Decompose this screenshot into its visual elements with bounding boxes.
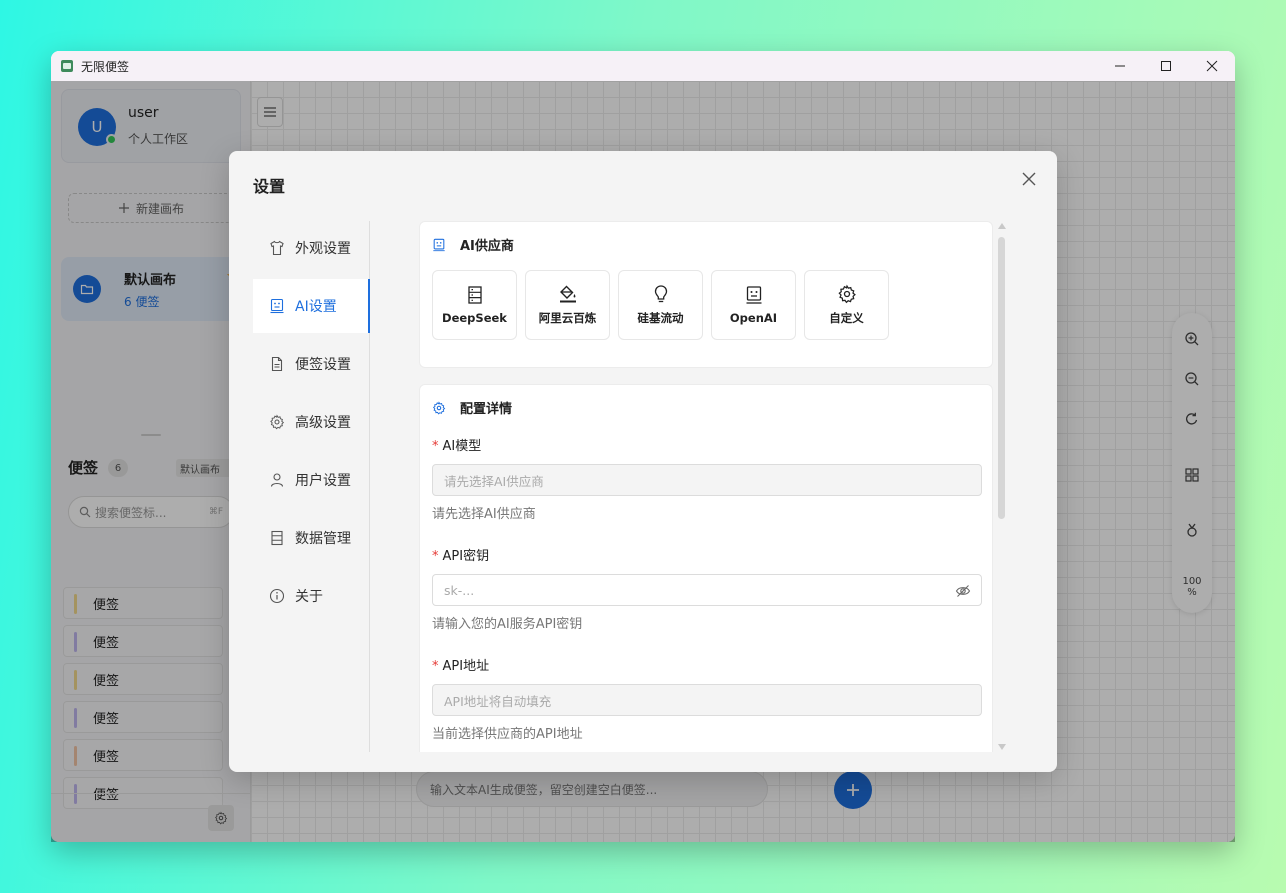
config-section-title: 配置详情 [460, 402, 513, 417]
nav-label: 高级设置 [295, 415, 351, 431]
api-key-label: * API密钥 [432, 545, 982, 564]
settings-nav: 外观设置 AI设置 便签设置 高级设置 用户设置 数据管理 关于 [253, 221, 370, 752]
nav-label: 便签设置 [295, 357, 351, 373]
provider-siliconflow[interactable]: 硅基流动 [618, 270, 703, 340]
paint-bucket-icon [559, 285, 576, 303]
scroll-down-arrow[interactable] [998, 744, 1006, 750]
gear-icon [837, 284, 856, 304]
nav-item-appearance[interactable]: 外观设置 [253, 221, 369, 275]
provider-aliyun[interactable]: 阿里云百炼 [525, 270, 610, 340]
settings-dialog: 设置 外观设置 AI设置 便签设置 高级设置 用户设置 数据管理 关于 AI供应… [229, 151, 1057, 772]
api-key-placeholder: sk-... [444, 582, 475, 598]
app-logo-icon [61, 60, 73, 72]
close-icon [1022, 172, 1036, 186]
nav-label: 用户设置 [295, 473, 351, 489]
gear-icon [270, 414, 285, 430]
model-label-text: AI模型 [442, 439, 482, 454]
nav-label: AI设置 [295, 299, 337, 315]
close-window-button[interactable] [1189, 51, 1235, 81]
api-key-help: 请输入您的AI服务API密钥 [432, 617, 583, 632]
provider-deepseek[interactable]: DeepSeek [432, 270, 517, 340]
model-label: * AI模型 [432, 435, 982, 454]
model-placeholder: 请先选择AI供应商 [444, 473, 544, 489]
provider-label: 硅基流动 [637, 311, 684, 325]
window-title: 无限便签 [81, 59, 130, 74]
required-marker: * [432, 659, 439, 674]
dialog-title: 设置 [253, 177, 286, 196]
model-field: * AI模型 请先选择AI供应商 请先选择AI供应商 [432, 435, 982, 522]
api-url-label: * API地址 [432, 655, 982, 674]
api-url-field: * API地址 API地址将自动填充 当前选择供应商的API地址 [432, 655, 982, 742]
nav-item-advanced[interactable]: 高级设置 [253, 395, 369, 449]
robot-icon [433, 238, 445, 251]
minimize-icon [1115, 65, 1125, 67]
provider-custom[interactable]: 自定义 [804, 270, 889, 340]
api-key-field: * API密钥 sk-... 请输入您的AI服务API密钥 [432, 545, 982, 632]
scroll-up-arrow[interactable] [998, 223, 1006, 229]
ai-settings-panel[interactable]: AI供应商 DeepSeek 阿里云百炼 硅基流动 OpenAI 自定义 配置详… [419, 221, 993, 752]
nav-label: 关于 [295, 589, 323, 605]
nav-label: 外观设置 [295, 241, 351, 257]
api-url-placeholder: API地址将自动填充 [444, 693, 552, 709]
lightbulb-icon [654, 285, 667, 303]
nav-item-notes[interactable]: 便签设置 [253, 337, 369, 391]
required-marker: * [432, 439, 439, 454]
api-key-input[interactable]: sk-... [432, 574, 982, 606]
nav-item-ai[interactable]: AI设置 [253, 279, 370, 333]
nav-label: 数据管理 [295, 531, 351, 547]
config-section-header: 配置详情 [432, 398, 512, 417]
api-url-label-text: API地址 [442, 659, 490, 674]
api-url-help: 当前选择供应商的API地址 [432, 727, 583, 742]
provider-options: DeepSeek 阿里云百炼 硅基流动 OpenAI 自定义 [432, 270, 889, 340]
maximize-icon [1161, 61, 1171, 71]
server-icon [467, 286, 482, 304]
model-select[interactable]: 请先选择AI供应商 [432, 464, 982, 496]
provider-section-title: AI供应商 [460, 239, 514, 254]
eye-off-icon [955, 585, 971, 597]
minimize-button[interactable] [1097, 51, 1143, 81]
model-help: 请先选择AI供应商 [432, 507, 536, 522]
provider-label: OpenAI [729, 311, 778, 325]
provider-card: AI供应商 DeepSeek 阿里云百炼 硅基流动 OpenAI 自定义 [419, 221, 993, 368]
shirt-icon [270, 240, 284, 256]
provider-label: DeepSeek [442, 311, 507, 325]
toggle-visibility-button[interactable] [955, 583, 971, 602]
nav-item-about[interactable]: 关于 [253, 569, 369, 623]
robot-icon [746, 286, 761, 304]
info-icon [269, 588, 285, 604]
nav-item-user[interactable]: 用户设置 [253, 453, 369, 507]
provider-label: 阿里云百炼 [538, 311, 597, 325]
close-dialog-button[interactable] [1019, 169, 1039, 189]
scroll-thumb[interactable] [998, 237, 1005, 519]
provider-section-header: AI供应商 [432, 235, 514, 254]
maximize-button[interactable] [1143, 51, 1189, 81]
nav-item-data[interactable]: 数据管理 [253, 511, 369, 565]
database-icon [271, 530, 283, 546]
provider-label: 自定义 [829, 311, 864, 325]
close-icon [1206, 60, 1218, 72]
required-marker: * [432, 549, 439, 564]
window-controls [1097, 51, 1235, 81]
robot-icon [270, 298, 284, 314]
config-card: 配置详情 * AI模型 请先选择AI供应商 请先选择AI供应商 * API密钥 sk… [419, 384, 993, 752]
gear-icon [432, 400, 446, 415]
api-key-label-text: API密钥 [442, 549, 490, 564]
document-icon [271, 356, 283, 372]
title-bar: 无限便签 [51, 51, 1235, 81]
api-url-input[interactable]: API地址将自动填充 [432, 684, 982, 716]
user-icon [270, 473, 284, 487]
provider-openai[interactable]: OpenAI [711, 270, 796, 340]
panel-scrollbar[interactable] [997, 221, 1007, 752]
